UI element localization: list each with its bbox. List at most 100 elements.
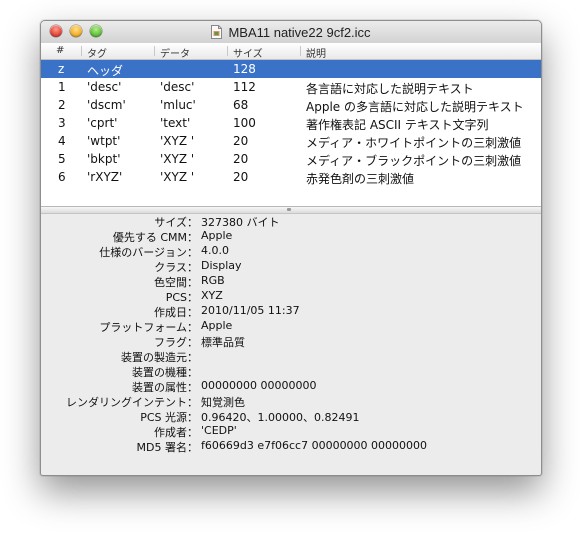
- info-value: 標準品質: [201, 336, 245, 349]
- row-data-type: 'text': [160, 116, 191, 130]
- info-row-color-space: 色空間： RGB: [41, 274, 541, 289]
- row-tag: 'bkpt': [87, 152, 121, 166]
- row-size: 128: [233, 62, 256, 76]
- column-divider[interactable]: [227, 46, 228, 56]
- column-header-tag[interactable]: タグ: [87, 45, 107, 60]
- table-row[interactable]: 4 'wtpt' 'XYZ ' 20 メディア・ホワイトポイントの三刺激値: [41, 132, 541, 150]
- row-tag: 'rXYZ': [87, 170, 123, 184]
- info-label: 作成者：: [154, 426, 198, 439]
- row-size: 100: [233, 116, 256, 130]
- info-value: Apple: [201, 229, 233, 242]
- row-tag: 'dscm': [87, 98, 126, 112]
- row-description: 赤発色剤の三刺激値: [306, 172, 415, 186]
- row-size: 68: [233, 98, 249, 112]
- info-label: MD5 署名：: [136, 441, 198, 454]
- row-number: 4: [58, 134, 66, 148]
- info-label: PCS：: [165, 291, 198, 304]
- info-value: 0.96420、1.00000、0.82491: [201, 411, 360, 424]
- table-header: # タグ データ サイズ 説明: [41, 43, 541, 60]
- row-tag: ヘッダ: [87, 64, 124, 78]
- column-header-size[interactable]: サイズ: [233, 45, 263, 60]
- info-value: 327380 バイト: [201, 216, 280, 229]
- info-row-creator: 作成者： 'CEDP': [41, 424, 541, 439]
- info-label: 装置の属性：: [132, 381, 198, 394]
- tag-table[interactable]: # タグ データ サイズ 説明 z ヘッダ 128 1 'desc' 'desc…: [41, 43, 541, 206]
- row-description: Apple の多言語に対応した説明テキスト: [306, 100, 524, 114]
- row-description: 各言語に対応した説明テキスト: [306, 82, 474, 96]
- info-value: 知覚測色: [201, 396, 245, 409]
- row-data-type: 'XYZ ': [160, 152, 195, 166]
- row-size: 20: [233, 170, 249, 184]
- row-number: 1: [58, 80, 66, 94]
- info-row-device-attributes: 装置の属性： 00000000 00000000: [41, 379, 541, 394]
- row-number: 3: [58, 116, 66, 130]
- row-description: 著作権表記 ASCII テキスト文字列: [306, 118, 489, 132]
- row-size: 20: [233, 152, 249, 166]
- profile-info-panel: サイズ： 327380 バイト 優先する CMM： Apple 仕様のバージョン…: [41, 214, 541, 454]
- row-description: メディア・ブラックポイントの三刺激値: [306, 154, 522, 168]
- info-label: サイズ：: [154, 216, 198, 229]
- info-value: RGB: [201, 274, 225, 287]
- row-number: 2: [58, 98, 66, 112]
- row-size: 20: [233, 134, 249, 148]
- info-row-md5: MD5 署名： f60669d3 e7f06cc7 00000000 00000…: [41, 439, 541, 454]
- row-tag: 'desc': [87, 80, 122, 94]
- row-data-type: 'XYZ ': [160, 134, 195, 148]
- info-value: 4.0.0: [201, 244, 229, 257]
- table-row[interactable]: 3 'cprt' 'text' 100 著作権表記 ASCII テキスト文字列: [41, 114, 541, 132]
- info-row-pcs-illuminant: PCS 光源： 0.96420、1.00000、0.82491: [41, 409, 541, 424]
- info-value: f60669d3 e7f06cc7 00000000 00000000: [201, 439, 428, 452]
- row-description: メディア・ホワイトポイントの三刺激値: [306, 136, 522, 150]
- grip-icon[interactable]: [287, 208, 291, 211]
- info-row-size: サイズ： 327380 バイト: [41, 214, 541, 229]
- window-title: MBA11 native22 9cf2.icc: [228, 24, 371, 40]
- table-row[interactable]: 6 'rXYZ' 'XYZ ' 20 赤発色剤の三刺激値: [41, 168, 541, 186]
- info-label: PCS 光源：: [140, 411, 198, 424]
- info-row-device-manufacturer: 装置の製造元：: [41, 349, 541, 364]
- row-size: 112: [233, 80, 256, 94]
- row-number: 6: [58, 170, 66, 184]
- info-value: Apple: [201, 319, 233, 332]
- row-number: z: [58, 62, 65, 76]
- info-row-created: 作成日： 2010/11/05 11:37: [41, 304, 541, 319]
- column-header-desc[interactable]: 説明: [306, 45, 326, 60]
- info-row-platform: プラットフォーム： Apple: [41, 319, 541, 334]
- title-bar: MBA11 native22 9cf2.icc: [41, 21, 541, 44]
- info-value: 00000000 00000000: [201, 379, 317, 392]
- column-divider[interactable]: [81, 46, 82, 56]
- row-tag: 'wtpt': [87, 134, 121, 148]
- info-label: 作成日：: [154, 306, 198, 319]
- info-label: 装置の製造元：: [121, 351, 198, 364]
- row-number: 5: [58, 152, 66, 166]
- info-label: レンダリングインテント：: [66, 396, 198, 409]
- info-row-rendering-intent: レンダリングインテント： 知覚測色: [41, 394, 541, 409]
- table-row[interactable]: 1 'desc' 'desc' 112 各言語に対応した説明テキスト: [41, 78, 541, 96]
- document-icon: [211, 25, 223, 39]
- column-divider[interactable]: [300, 46, 301, 56]
- table-row[interactable]: 2 'dscm' 'mluc' 68 Apple の多言語に対応した説明テキスト: [41, 96, 541, 114]
- info-value: 'CEDP': [201, 424, 237, 437]
- table-row[interactable]: z ヘッダ 128: [41, 60, 541, 78]
- window-title-area: MBA11 native22 9cf2.icc: [41, 21, 541, 43]
- row-data-type: 'XYZ ': [160, 170, 195, 184]
- info-label: 仕様のバージョン：: [99, 246, 198, 259]
- info-row-device-model: 装置の機種：: [41, 364, 541, 379]
- info-label: フラグ：: [154, 336, 198, 349]
- info-row-spec-version: 仕様のバージョン： 4.0.0: [41, 244, 541, 259]
- row-tag: 'cprt': [87, 116, 118, 130]
- column-divider[interactable]: [154, 46, 155, 56]
- info-row-pcs: PCS： XYZ: [41, 289, 541, 304]
- column-header-num[interactable]: #: [56, 45, 64, 56]
- window: MBA11 native22 9cf2.icc # タグ データ サイズ 説明 …: [40, 20, 542, 476]
- info-value: 2010/11/05 11:37: [201, 304, 300, 317]
- info-label: クラス：: [154, 261, 198, 274]
- row-data-type: 'mluc': [160, 98, 196, 112]
- column-header-data[interactable]: データ: [160, 45, 190, 60]
- info-row-preferred-cmm: 優先する CMM： Apple: [41, 229, 541, 244]
- split-view-divider[interactable]: [41, 206, 541, 214]
- table-row[interactable]: 5 'bkpt' 'XYZ ' 20 メディア・ブラックポイントの三刺激値: [41, 150, 541, 168]
- info-value: Display: [201, 259, 242, 272]
- info-label: プラットフォーム：: [99, 321, 198, 334]
- info-row-class: クラス： Display: [41, 259, 541, 274]
- row-data-type: 'desc': [160, 80, 195, 94]
